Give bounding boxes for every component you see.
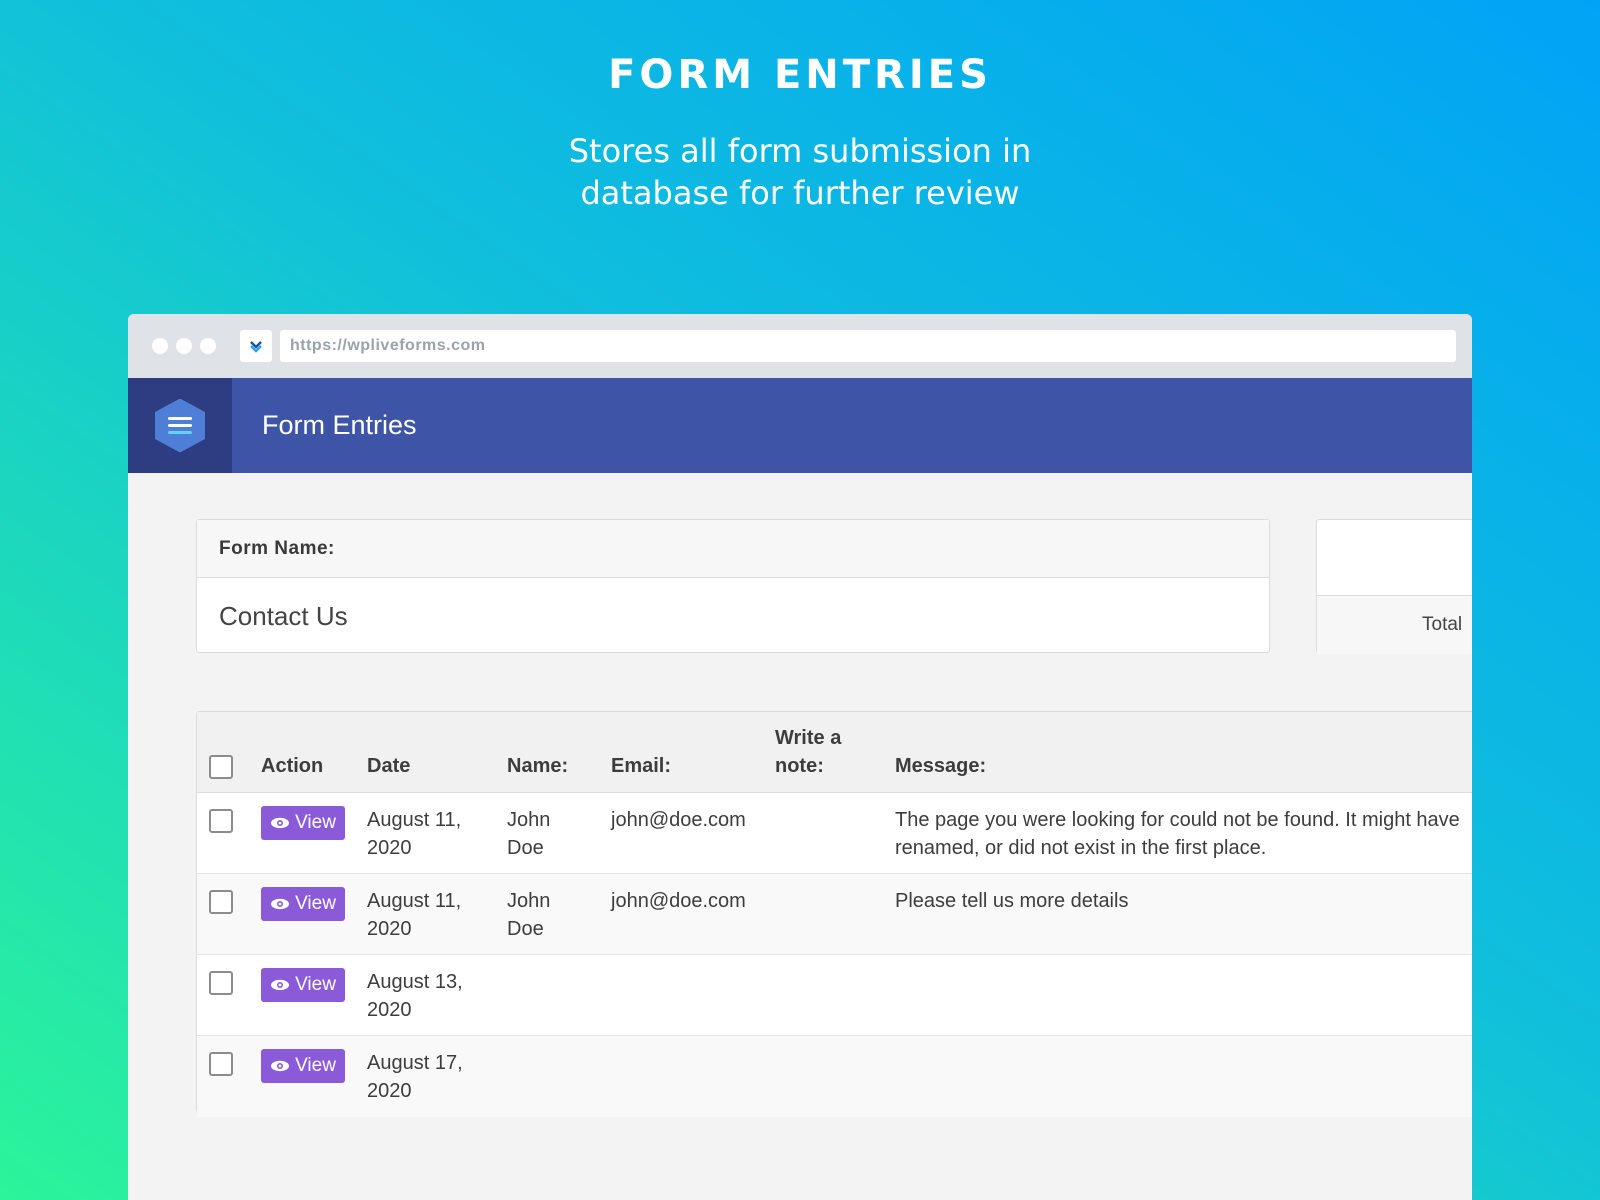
entries-table: Action Date Name: Email: Write a note: M…	[196, 711, 1472, 1117]
page-title: Form Entries	[262, 410, 417, 440]
window-dot-minimize[interactable]	[176, 338, 192, 354]
view-button-label: View	[295, 1055, 336, 1076]
window-dot-maximize[interactable]	[200, 338, 216, 354]
chevron-logo-icon	[240, 330, 272, 362]
eye-icon	[271, 1060, 290, 1072]
row-checkbox[interactable]	[209, 890, 233, 914]
column-header-message: Message:	[895, 755, 987, 777]
cell-date: August 11, 2020	[367, 890, 462, 940]
url-bar[interactable]: https://wpliveforms.com	[280, 330, 1456, 362]
eye-icon	[271, 898, 290, 910]
menu-lines-icon	[168, 416, 192, 434]
cell-name: John Doe	[507, 890, 551, 940]
select-all-checkbox[interactable]	[209, 755, 233, 779]
cell-message: The page you were looking for could not …	[895, 809, 1460, 859]
row-checkbox[interactable]	[209, 1052, 233, 1076]
view-button[interactable]: View	[261, 806, 345, 840]
total-entries-count	[1317, 520, 1472, 596]
hero-subtitle: Stores all form submission in database f…	[568, 132, 1032, 212]
form-name-value: Contact Us	[219, 601, 348, 631]
view-button-label: View	[295, 974, 336, 995]
view-button[interactable]: View	[261, 968, 345, 1002]
hero-title: FORM ENTRIES	[608, 52, 992, 98]
column-header-action: Action	[261, 755, 324, 777]
view-button[interactable]: View	[261, 1049, 345, 1083]
eye-icon	[271, 817, 290, 829]
cell-message: Please tell us more details	[895, 890, 1129, 912]
row-checkbox[interactable]	[209, 809, 233, 833]
total-entries-label: Total	[1317, 596, 1472, 654]
view-button-label: View	[295, 812, 336, 833]
column-header-date: Date	[367, 755, 411, 777]
cell-date: August 17, 2020	[367, 1052, 463, 1102]
menu-hexagon-icon	[155, 398, 205, 453]
cell-date: August 13, 2020	[367, 971, 463, 1021]
table-row[interactable]: View August 17, 2020	[197, 1036, 1472, 1117]
view-button[interactable]: View	[261, 887, 345, 921]
table-row[interactable]: View August 11, 2020 John Doe john@doe.c…	[197, 874, 1472, 955]
column-header-email: Email:	[611, 755, 672, 777]
column-header-name: Name:	[507, 755, 569, 777]
table-header: Action Date Name: Email: Write a note: M…	[197, 712, 1472, 793]
chevron-logo-glyph	[250, 341, 262, 353]
browser-window: https://wpliveforms.com Form Entries For…	[128, 314, 1472, 1200]
eye-icon	[271, 979, 290, 991]
app-logo[interactable]	[128, 378, 232, 473]
cell-email: john@doe.com	[611, 890, 746, 912]
form-name-label: Form Name:	[197, 520, 1269, 578]
browser-toolbar: https://wpliveforms.com	[128, 314, 1472, 378]
form-name-card: Form Name: Contact Us	[196, 519, 1270, 653]
app-header: Form Entries	[128, 378, 1472, 473]
cell-date: August 11, 2020	[367, 809, 462, 859]
column-header-note: Write a note:	[775, 727, 842, 777]
cell-name: John Doe	[507, 809, 551, 859]
cell-email: john@doe.com	[611, 809, 746, 831]
view-button-label: View	[295, 893, 336, 914]
table-row[interactable]: View August 13, 2020	[197, 955, 1472, 1036]
total-entries-card: Total	[1316, 519, 1472, 654]
row-checkbox[interactable]	[209, 971, 233, 995]
table-row[interactable]: View August 11, 2020 John Doe john@doe.c…	[197, 793, 1472, 874]
window-dot-close[interactable]	[152, 338, 168, 354]
